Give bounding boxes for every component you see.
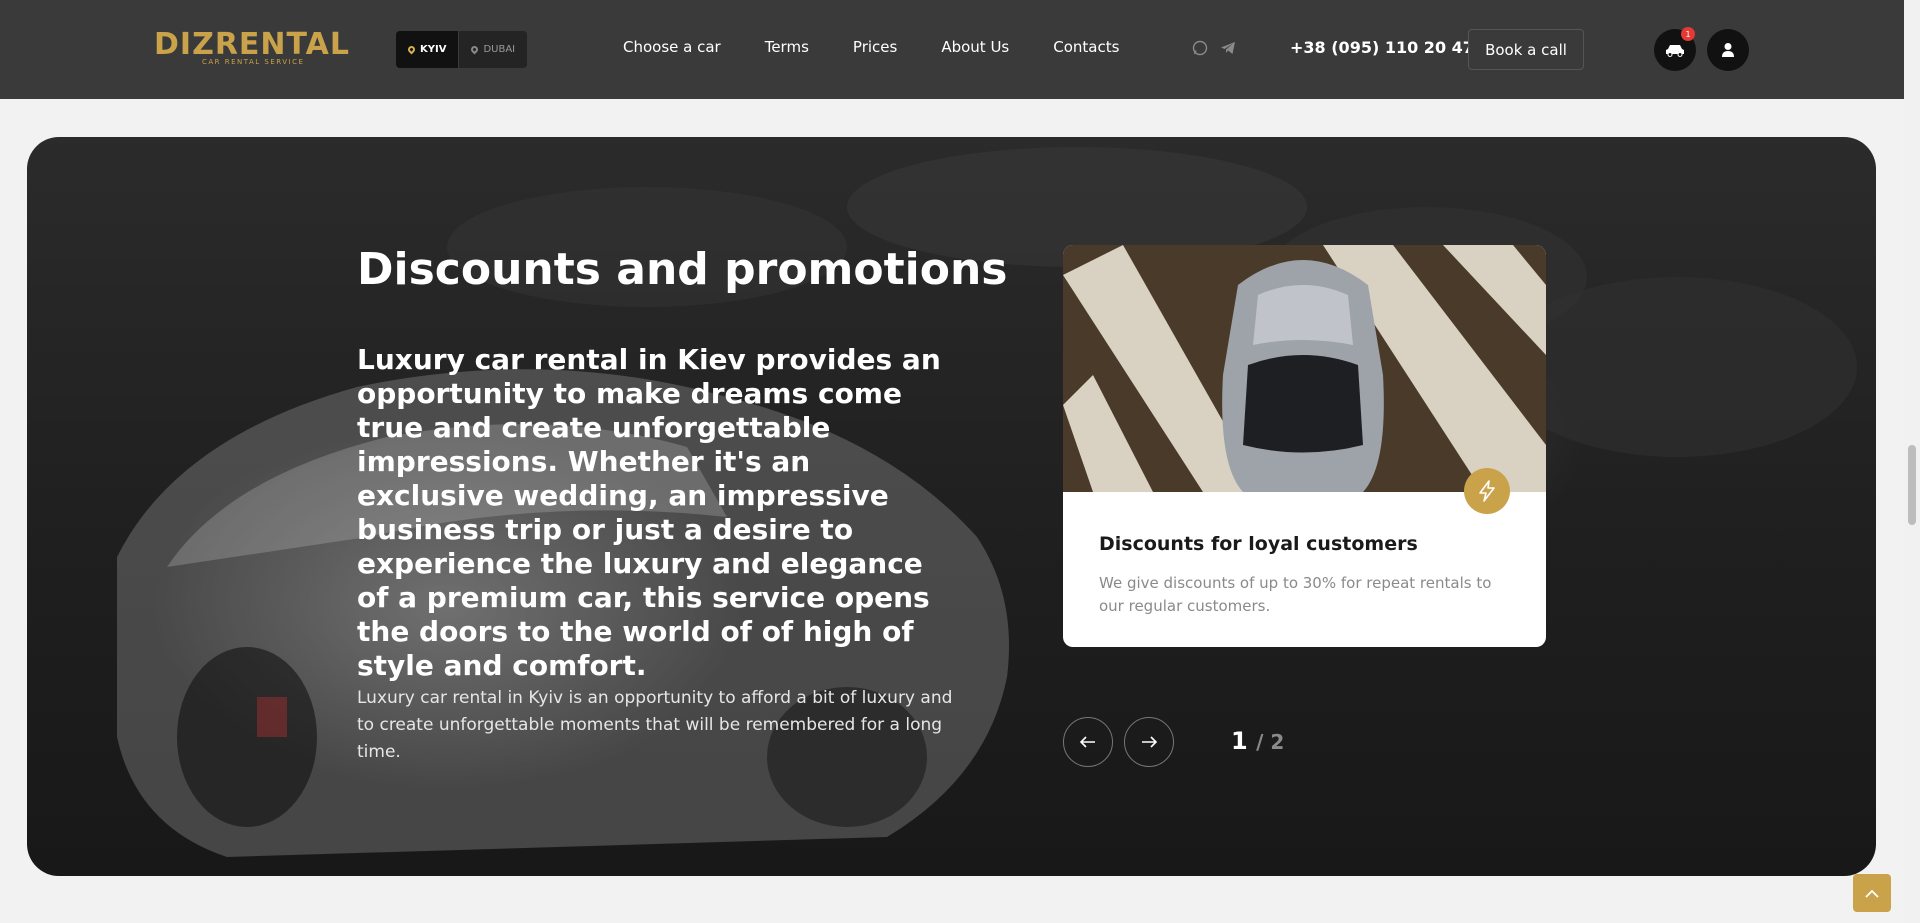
city-kyiv-button[interactable]: KYIV xyxy=(396,31,459,68)
logo[interactable]: DIZRENTAL CAR RENTAL SERVICE xyxy=(154,28,349,68)
car-icon xyxy=(1666,45,1684,57)
section-description: Luxury car rental in Kyiv is an opportun… xyxy=(357,688,953,762)
city-dubai-button[interactable]: DUBAI xyxy=(458,31,528,68)
nav-choose-a-car[interactable]: Choose a car xyxy=(623,38,721,56)
cart-count-badge: 1 xyxy=(1681,27,1695,41)
nav-prices[interactable]: Prices xyxy=(853,38,897,56)
section-lead-text: Luxury car rental in Kiev provides an op… xyxy=(357,343,941,682)
city-label: KYIV xyxy=(420,44,447,55)
city-label: DUBAI xyxy=(483,44,516,55)
site-header: DIZRENTAL CAR RENTAL SERVICE KYIV DUBAI … xyxy=(0,0,1904,99)
logo-text: DIZRENTAL xyxy=(154,27,350,62)
telegram-icon[interactable] xyxy=(1220,40,1236,60)
current-slide: 1 xyxy=(1231,727,1248,755)
nav-terms[interactable]: Terms xyxy=(765,38,809,56)
phone-link[interactable]: +38 (095) 110 20 47 xyxy=(1290,38,1474,57)
total-slides: / 2 xyxy=(1256,730,1285,754)
nav-contacts[interactable]: Contacts xyxy=(1053,38,1119,56)
user-icon xyxy=(1722,43,1734,57)
scrollbar-thumb[interactable] xyxy=(1908,445,1916,525)
card-car-image xyxy=(1063,245,1546,492)
promotion-card[interactable]: Discounts for loyal customers We give di… xyxy=(1063,245,1546,647)
next-slide-button[interactable] xyxy=(1124,717,1174,767)
card-title: Discounts for loyal customers xyxy=(1099,533,1418,555)
book-a-call-button[interactable]: Book a call xyxy=(1468,29,1584,70)
previous-slide-button[interactable] xyxy=(1063,717,1113,767)
lightning-icon xyxy=(1464,468,1510,514)
whatsapp-icon[interactable] xyxy=(1192,40,1208,60)
location-pin-icon xyxy=(470,44,480,55)
page-scrollbar[interactable] xyxy=(1904,0,1920,923)
main-nav: Choose a car Terms Prices About Us Conta… xyxy=(623,38,1119,56)
location-pin-icon xyxy=(406,44,417,55)
promotions-section: Discounts and promotions Luxury car rent… xyxy=(27,137,1876,876)
arrow-right-icon xyxy=(1142,736,1157,748)
slide-pager: 1 / 2 xyxy=(1231,727,1284,755)
scroll-to-top-button[interactable] xyxy=(1853,874,1891,912)
chevron-up-icon xyxy=(1865,889,1879,898)
logo-subtitle: CAR RENTAL SERVICE xyxy=(202,58,305,66)
user-account-button[interactable] xyxy=(1707,29,1749,71)
section-title: Discounts and promotions xyxy=(357,244,1008,295)
city-switch: KYIV DUBAI xyxy=(396,31,528,68)
social-links xyxy=(1192,40,1236,60)
arrow-left-icon xyxy=(1080,736,1095,748)
card-description: We give discounts of up to 30% for repea… xyxy=(1099,574,1492,615)
nav-about-us[interactable]: About Us xyxy=(941,38,1009,56)
